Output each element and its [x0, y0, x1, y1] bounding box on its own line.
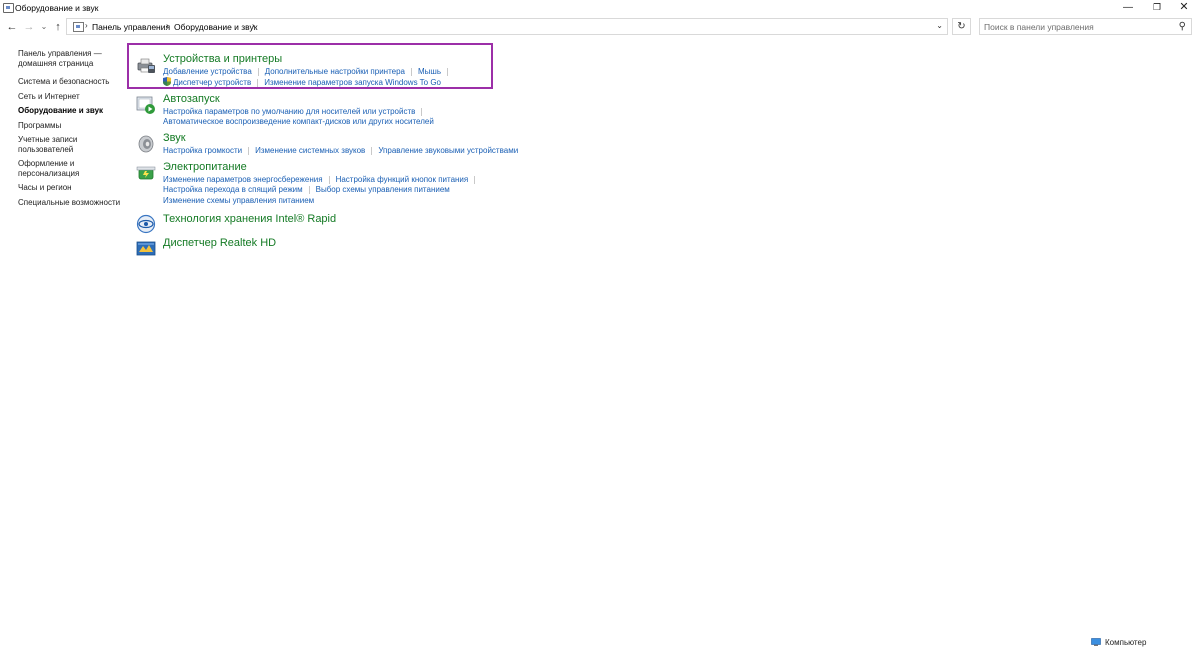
breadcrumb-control-panel[interactable]: Панель управления [92, 22, 170, 32]
link-divider [308, 185, 310, 194]
link-choose-power-plan[interactable]: Выбор схемы управления питанием [316, 185, 450, 194]
category-links-row: Настройка параметров по умолчанию для но… [163, 107, 428, 116]
refresh-button[interactable]: ↻ [952, 18, 971, 35]
category-title-intel-rapid-storage[interactable]: Технология хранения Intel® Rapid [163, 213, 336, 225]
link-default-media-settings[interactable]: Настройка параметров по умолчанию для но… [163, 107, 415, 116]
address-toolbar: ← → ⌄ ↑ › Панель управления › Оборудован… [0, 16, 1200, 38]
link-device-manager[interactable]: Диспетчер устройств [173, 78, 251, 87]
link-power-saving-settings[interactable]: Изменение параметров энергосбережения [163, 175, 323, 184]
search-input[interactable] [984, 20, 1169, 33]
link-divider [474, 175, 476, 184]
category-title-sound[interactable]: Звук [163, 132, 186, 144]
link-sleep-settings[interactable]: Настройка перехода в спящий режим [163, 185, 303, 194]
sidebar-item-system-security[interactable]: Система и безопасность [18, 77, 123, 87]
breadcrumb-separator-icon[interactable]: › [252, 21, 255, 30]
sidebar-item-user-accounts[interactable]: Учетные записи пользователей [18, 135, 123, 154]
category-links-row: Изменение параметров энергосбережения Нас… [163, 175, 481, 184]
category-links-row: Изменение схемы управления питанием [163, 196, 314, 205]
address-dropdown-chevron-icon[interactable]: ⌄ [936, 21, 943, 30]
printer-icon [137, 58, 155, 73]
link-adjust-volume[interactable]: Настройка громкости [163, 146, 242, 155]
recent-locations-chevron-icon[interactable]: ⌄ [37, 20, 51, 34]
link-divider [257, 67, 259, 76]
category-title-realtek-hd[interactable]: Диспетчер Realtek HD [163, 237, 276, 249]
status-computer-label: Компьютер [1105, 638, 1147, 647]
link-divider [257, 78, 259, 87]
category-links-row: Диспетчер устройств Изменение параметров … [163, 77, 441, 87]
category-links-row: Настройка громкости Изменение системных з… [163, 146, 518, 155]
uac-shield-icon [163, 77, 171, 86]
link-autoplay-cds[interactable]: Автоматическое воспроизведение компакт-д… [163, 117, 434, 126]
sidebar: Панель управления — домашняя страница Си… [18, 49, 123, 212]
link-system-sounds[interactable]: Изменение системных звуков [255, 146, 365, 155]
search-box[interactable]: ⚲ [979, 18, 1192, 35]
link-divider [411, 67, 412, 76]
category-title-devices-printers[interactable]: Устройства и принтеры [163, 53, 282, 65]
link-edit-power-plan[interactable]: Изменение схемы управления питанием [163, 196, 314, 205]
link-divider [371, 146, 373, 155]
link-mouse[interactable]: Мышь [418, 67, 441, 76]
control-panel-icon [73, 22, 84, 32]
sidebar-item-clock-region[interactable]: Часы и регион [18, 183, 123, 193]
close-button[interactable]: ✕ [1166, 0, 1200, 16]
link-divider [447, 67, 448, 76]
link-windows-to-go[interactable]: Изменение параметров запуска Windows To … [264, 78, 441, 87]
link-power-buttons[interactable]: Настройка функций кнопок питания [336, 175, 469, 184]
up-arrow-icon[interactable]: ↑ [51, 20, 65, 34]
link-divider [421, 107, 423, 116]
sidebar-item-control-panel-home[interactable]: Панель управления — домашняя страница [18, 49, 123, 68]
title-bar: Оборудование и звук — ❐ ✕ [0, 0, 1200, 16]
breadcrumb-separator-icon[interactable]: › [166, 21, 169, 30]
link-printer-settings[interactable]: Дополнительные настройки принтера [265, 67, 405, 76]
realtek-audio-icon [136, 241, 156, 256]
speaker-icon [138, 135, 154, 153]
sidebar-item-ease-of-access[interactable]: Специальные возможности [18, 198, 123, 208]
control-panel-icon [3, 3, 14, 13]
breadcrumb-separator-icon[interactable]: › [85, 21, 88, 30]
intel-storage-icon [136, 214, 156, 234]
category-links-row: Настройка перехода в спящий режим Выбор с… [163, 185, 450, 194]
link-divider [248, 146, 250, 155]
category-links-row: Автоматическое воспроизведение компакт-д… [163, 117, 434, 126]
status-bar: Компьютер [0, 635, 1200, 650]
search-icon[interactable]: ⚲ [1179, 21, 1186, 32]
link-manage-audio-devices[interactable]: Управление звуковыми устройствами [378, 146, 518, 155]
category-links-row: Добавление устройства Дополнительные наст… [163, 67, 454, 76]
power-options-icon [136, 166, 156, 180]
sidebar-item-network-internet[interactable]: Сеть и Интернет [18, 92, 123, 102]
link-divider [328, 175, 330, 184]
sidebar-item-appearance[interactable]: Оформление и персонализация [18, 159, 123, 178]
sidebar-item-hardware-sound[interactable]: Оборудование и звук [18, 106, 123, 116]
computer-icon [1091, 638, 1101, 646]
breadcrumb-hardware-sound[interactable]: Оборудование и звук [174, 22, 257, 32]
back-arrow-icon[interactable]: ← [5, 20, 19, 34]
address-bar[interactable]: › Панель управления › Оборудование и зву… [66, 18, 948, 35]
sidebar-item-programs[interactable]: Программы [18, 121, 123, 131]
category-title-autoplay[interactable]: Автозапуск [163, 93, 220, 105]
window-title: Оборудование и звук [15, 3, 99, 13]
autoplay-icon [136, 96, 155, 114]
link-add-device[interactable]: Добавление устройства [163, 67, 252, 76]
category-title-power[interactable]: Электропитание [163, 161, 247, 173]
forward-arrow-icon[interactable]: → [22, 20, 36, 34]
